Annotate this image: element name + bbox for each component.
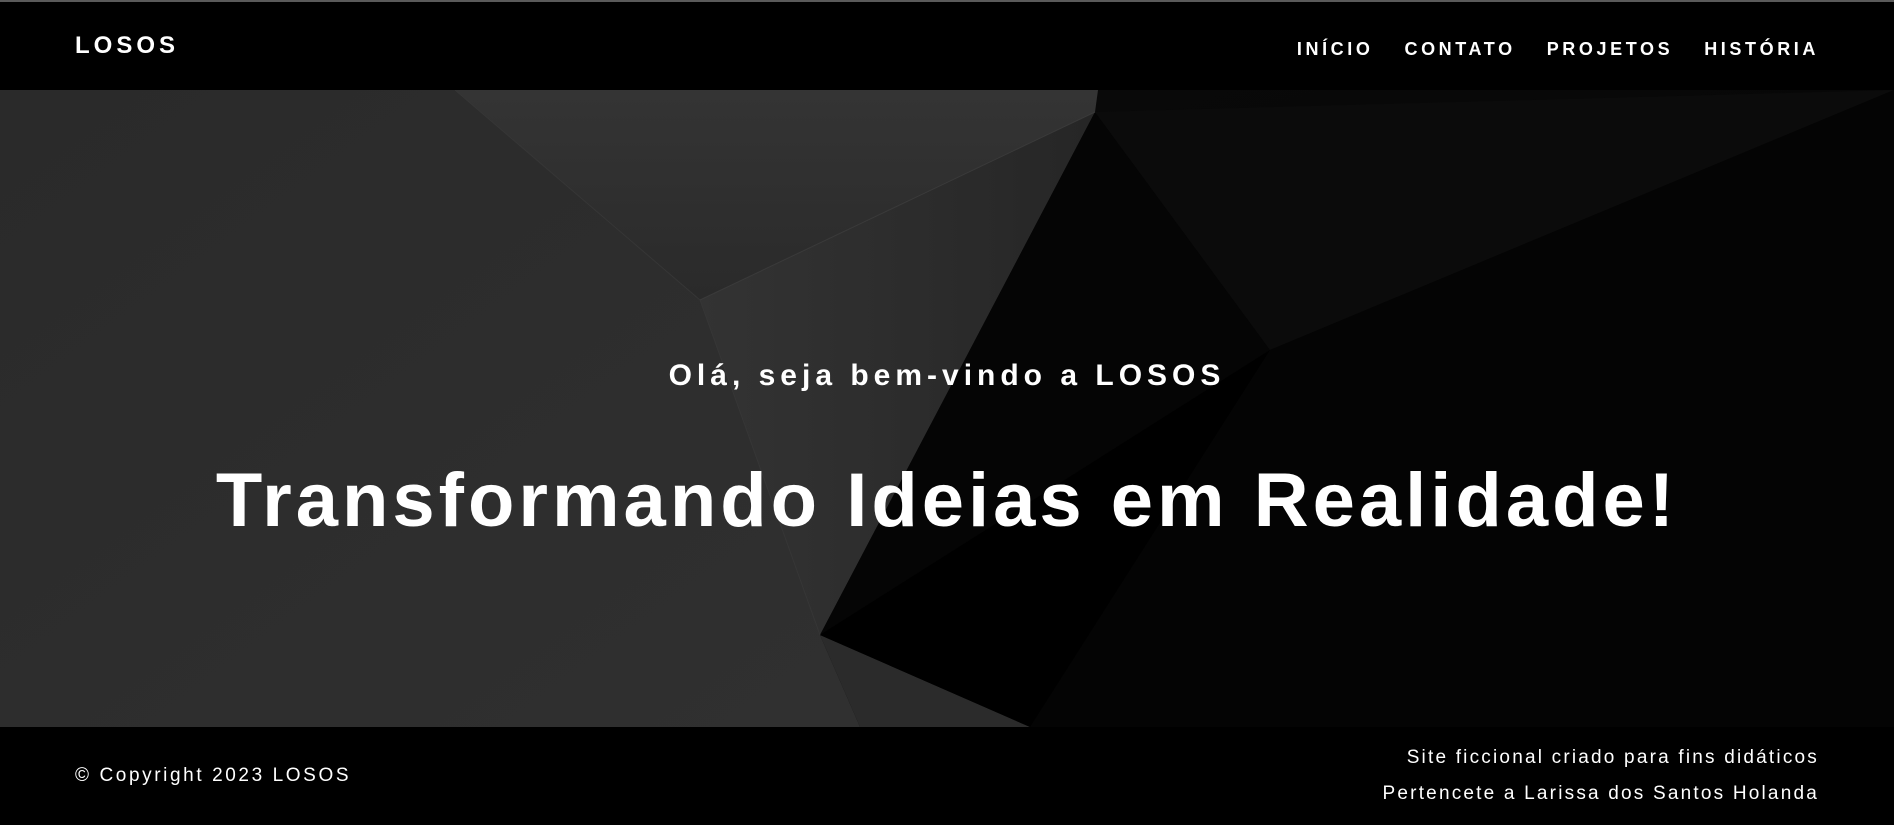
site-footer: © Copyright 2023 LOSOS Site ficcional cr… [0,727,1894,825]
nav-link-projetos[interactable]: PROJETOS [1547,38,1674,60]
footer-note-owner: Pertencete a Larissa dos Santos Holanda [1382,783,1819,804]
nav-link-historia[interactable]: HISTÓRIA [1704,38,1819,60]
hero-title: Transformando Ideias em Realidade! [215,458,1679,543]
copyright-text: © Copyright 2023 LOSOS [75,765,352,786]
hero-background-polygons [0,90,1894,727]
page: LOSOS INÍCIO CONTATO PROJETOS HISTÓRIA O… [0,0,1894,825]
site-header: LOSOS INÍCIO CONTATO PROJETOS HISTÓRIA [0,2,1894,90]
main-nav: INÍCIO CONTATO PROJETOS HISTÓRIA [1297,38,1819,60]
hero-section: Olá, seja bem-vindo a LOSOS Transformand… [0,90,1894,727]
site-logo[interactable]: LOSOS [75,32,179,60]
hero-greeting: Olá, seja bem-vindo a LOSOS [668,359,1226,392]
nav-link-contato[interactable]: CONTATO [1404,38,1515,60]
footer-notes: Site ficcional criado para fins didático… [1383,747,1819,819]
nav-link-inicio[interactable]: INÍCIO [1297,38,1374,60]
footer-note-didactic: Site ficcional criado para fins didático… [1406,747,1819,768]
